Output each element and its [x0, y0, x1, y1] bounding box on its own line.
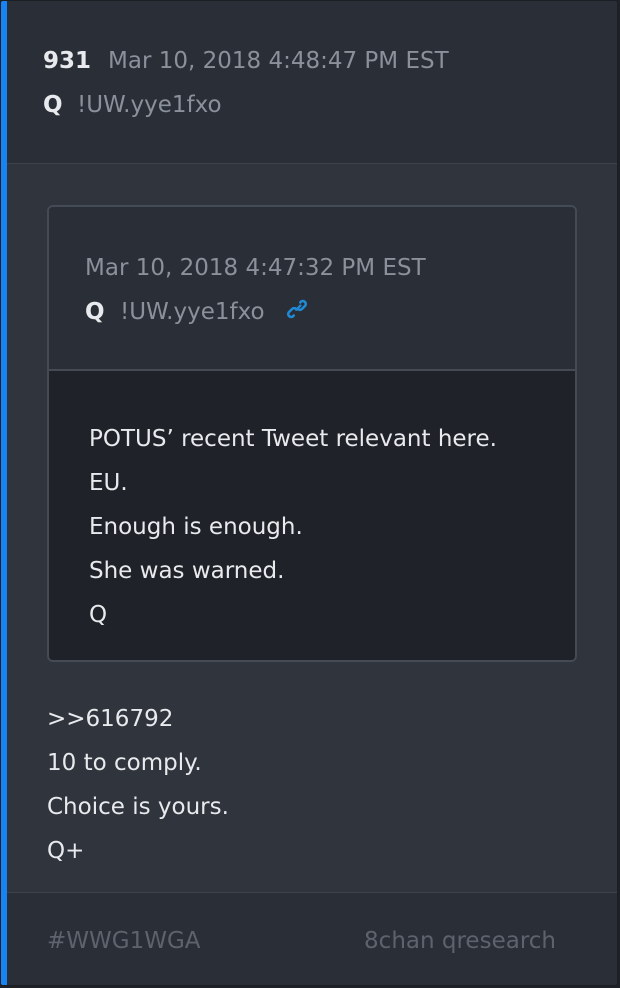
quoted-author-tripcode: !UW.yye1fxo	[120, 299, 265, 325]
post-header: 931 Mar 10, 2018 4:48:47 PM EST Q !UW.yy…	[7, 1, 617, 164]
link-icon[interactable]	[283, 295, 311, 323]
post-number[interactable]: 931	[43, 48, 91, 74]
post-date: Mar 10, 2018 4:48:47 PM EST	[108, 48, 449, 74]
post-text-line: Q+	[47, 838, 85, 864]
quoted-text-line: She was warned.	[89, 558, 285, 584]
quoted-post-body: POTUS’ recent Tweet relevant here. EU. E…	[49, 371, 575, 660]
post-card: 931 Mar 10, 2018 4:48:47 PM EST Q !UW.yy…	[0, 0, 618, 986]
author-name: Q	[43, 92, 63, 118]
quoted-post-text: POTUS’ recent Tweet relevant here. EU. E…	[89, 417, 497, 637]
quoted-text-line: EU.	[89, 470, 128, 496]
quoted-post: Mar 10, 2018 4:47:32 PM EST Q !UW.yye1fx…	[47, 205, 577, 662]
post-body-text: >>616792 10 to comply. Choice is yours. …	[47, 697, 229, 873]
source-label: 8chan qresearch	[364, 928, 556, 954]
quoted-author-name: Q	[85, 299, 105, 325]
quoted-text-line: POTUS’ recent Tweet relevant here.	[89, 426, 497, 452]
quoted-text-line: Q	[89, 602, 108, 628]
post-reply-link[interactable]: >>616792	[47, 697, 229, 741]
quoted-text-line: Enough is enough.	[89, 514, 303, 540]
post-footer: #WWG1WGA 8chan qresearch	[7, 892, 617, 985]
post-text-line: 10 to comply.	[47, 750, 202, 776]
post-text-line: Choice is yours.	[47, 794, 229, 820]
hashtag-label: #WWG1WGA	[47, 928, 201, 954]
quoted-post-header: Mar 10, 2018 4:47:32 PM EST Q !UW.yye1fx…	[49, 207, 575, 371]
author-tripcode: !UW.yye1fxo	[77, 92, 222, 118]
quoted-post-date: Mar 10, 2018 4:47:32 PM EST	[85, 255, 426, 281]
